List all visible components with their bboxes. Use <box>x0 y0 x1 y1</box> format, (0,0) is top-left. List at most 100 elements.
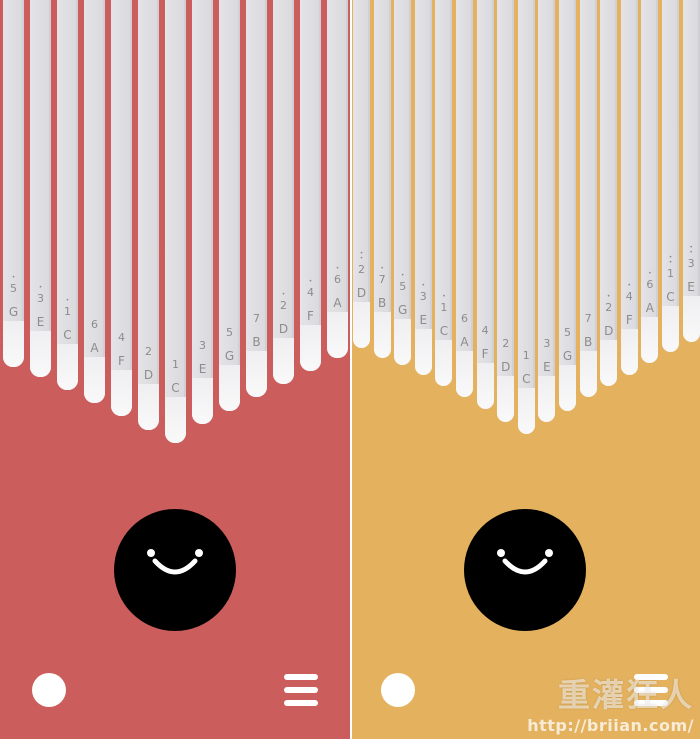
smile-icon <box>502 558 548 575</box>
tine-number-label: 3 <box>37 292 44 305</box>
tine-tip <box>559 365 576 411</box>
right-eye-icon <box>195 549 203 557</box>
octave-dot-icon: • <box>627 282 632 289</box>
tine-tip <box>138 384 159 430</box>
tine-tip <box>414 329 432 375</box>
smiley-face-button[interactable] <box>464 509 586 631</box>
kalimba-tine-2[interactable]: • 3 E <box>30 0 51 377</box>
octave-dot-icon: • <box>38 284 43 291</box>
tine-tip <box>57 344 78 390</box>
kalimba-tine-1[interactable]: • 5 G <box>3 0 24 367</box>
tine-number-label: 6 <box>91 318 98 331</box>
tine-note-label: B <box>377 296 387 310</box>
tine-note-label: C <box>63 328 72 342</box>
watermark: 重灌狂人 http://briian.com/ <box>527 670 694 735</box>
right-eye-icon <box>545 549 553 557</box>
tine-number-label: 1 <box>522 349 530 362</box>
tine-number-label: 2 <box>605 301 613 314</box>
octave-dot-icon: • <box>648 270 652 277</box>
tine-note-label: E <box>543 360 551 374</box>
tine-note-label: B <box>252 335 261 349</box>
tine-number-label: 1 <box>440 301 448 314</box>
record-button[interactable] <box>381 673 415 707</box>
tine-note-label: D <box>356 286 367 300</box>
tine-number-label: 7 <box>378 273 386 286</box>
tine-number-label: 5 <box>399 280 407 293</box>
menu-line-icon <box>284 674 318 680</box>
kalimba-tine-16[interactable]: • • 1 C <box>662 0 679 352</box>
tine-note-label: D <box>143 368 154 382</box>
kalimba-tine-6[interactable]: 6A <box>456 0 473 397</box>
tine-note-label: G <box>8 305 19 319</box>
tine-note-label: G <box>398 303 408 317</box>
kalimba-tine-12[interactable]: • 4 F <box>300 0 321 371</box>
kalimba-tine-3[interactable]: • 5 G <box>394 0 412 365</box>
smiley-face-button[interactable] <box>114 509 236 631</box>
tine-note-label: E <box>419 313 428 327</box>
kalimba-tine-11[interactable]: • 2 D <box>273 0 294 384</box>
kalimba-tine-9[interactable]: 1C <box>517 0 535 434</box>
menu-button[interactable] <box>284 674 318 706</box>
kalimba-tine-10[interactable]: 7B <box>246 0 267 397</box>
tine-number-label: 5 <box>226 326 233 339</box>
kalimba-tine-13[interactable]: • 2 D <box>600 0 618 386</box>
tine-number-label: 6 <box>646 278 654 291</box>
tine-number-label: 1 <box>667 267 674 280</box>
kalimba-tine-17[interactable]: • • 3 E <box>682 0 700 342</box>
tine-tip <box>111 370 132 416</box>
kalimba-tine-8[interactable]: 2D <box>497 0 515 422</box>
tine-tip <box>476 363 494 409</box>
tine-note-label: G <box>562 349 573 363</box>
tine-tip <box>579 351 597 397</box>
kalimba-tine-10[interactable]: 3E <box>538 0 556 422</box>
tine-tip <box>662 306 679 352</box>
tine-note-label: A <box>333 296 342 310</box>
menu-line-icon <box>284 687 318 693</box>
kalimba-tine-15[interactable]: • 6 A <box>641 0 659 363</box>
tine-number-label: 5 <box>10 282 17 295</box>
kalimba-tine-5[interactable]: 4F <box>111 0 132 416</box>
tine-note-label: F <box>625 313 633 327</box>
kalimba-tine-3[interactable]: • 1 C <box>57 0 78 390</box>
octave-dot-icon: • <box>689 244 693 251</box>
tine-tip <box>192 378 213 424</box>
tine-note-label: E <box>36 315 45 329</box>
kalimba-tine-6[interactable]: 2D <box>138 0 159 430</box>
kalimba-tine-1[interactable]: • • 2 D <box>353 0 370 348</box>
tine-note-label: D <box>501 360 511 374</box>
octave-dot-icon: • <box>442 293 446 300</box>
smile-icon <box>152 558 198 575</box>
tine-tip <box>219 365 240 411</box>
tine-tip <box>517 388 535 434</box>
kalimba-tine-5[interactable]: • 1 C <box>435 0 453 386</box>
kalimba-tine-7[interactable]: 4F <box>476 0 494 409</box>
kalimba-tine-9[interactable]: 5G <box>219 0 240 411</box>
tine-note-label: C <box>439 324 449 338</box>
kalimba-tine-7[interactable]: 1C <box>165 0 186 443</box>
kalimba-tine-14[interactable]: • 4 F <box>620 0 638 375</box>
left-eye-icon <box>497 549 505 557</box>
octave-dot-icon: • <box>380 265 384 272</box>
tine-note-label: D <box>604 324 614 338</box>
tine-note-label: F <box>481 347 489 361</box>
watermark-logo: 重灌狂人 <box>557 676 694 714</box>
kalimba-tine-8[interactable]: 3E <box>192 0 213 424</box>
tine-tip <box>353 302 370 348</box>
kalimba-tine-4[interactable]: • 3 E <box>414 0 432 375</box>
record-button[interactable] <box>32 673 66 707</box>
kalimba-tine-4[interactable]: 6A <box>84 0 105 403</box>
tine-note-label: A <box>460 335 469 349</box>
tine-tip <box>435 340 453 386</box>
kalimba-tine-11[interactable]: 5G <box>559 0 576 411</box>
kalimba-tine-2[interactable]: • 7 B <box>373 0 391 358</box>
tine-note-label: F <box>307 309 314 323</box>
tine-number-label: 1 <box>172 358 179 371</box>
tine-number-label: 3 <box>419 290 427 303</box>
tine-tip <box>641 317 659 363</box>
kalimba-tine-12[interactable]: 7B <box>579 0 597 397</box>
kalimba-panel-left: • 5 G • 3 E • 1 C 6 A 4 F 2 D 1 C 3 E 5 G 7 B • 2 D • 4 F • 6 A <box>0 0 350 739</box>
octave-dot-icon: • <box>281 291 286 298</box>
left-eye-icon <box>147 549 155 557</box>
tine-tip <box>373 312 391 358</box>
kalimba-tine-13[interactable]: • 6 A <box>327 0 348 358</box>
